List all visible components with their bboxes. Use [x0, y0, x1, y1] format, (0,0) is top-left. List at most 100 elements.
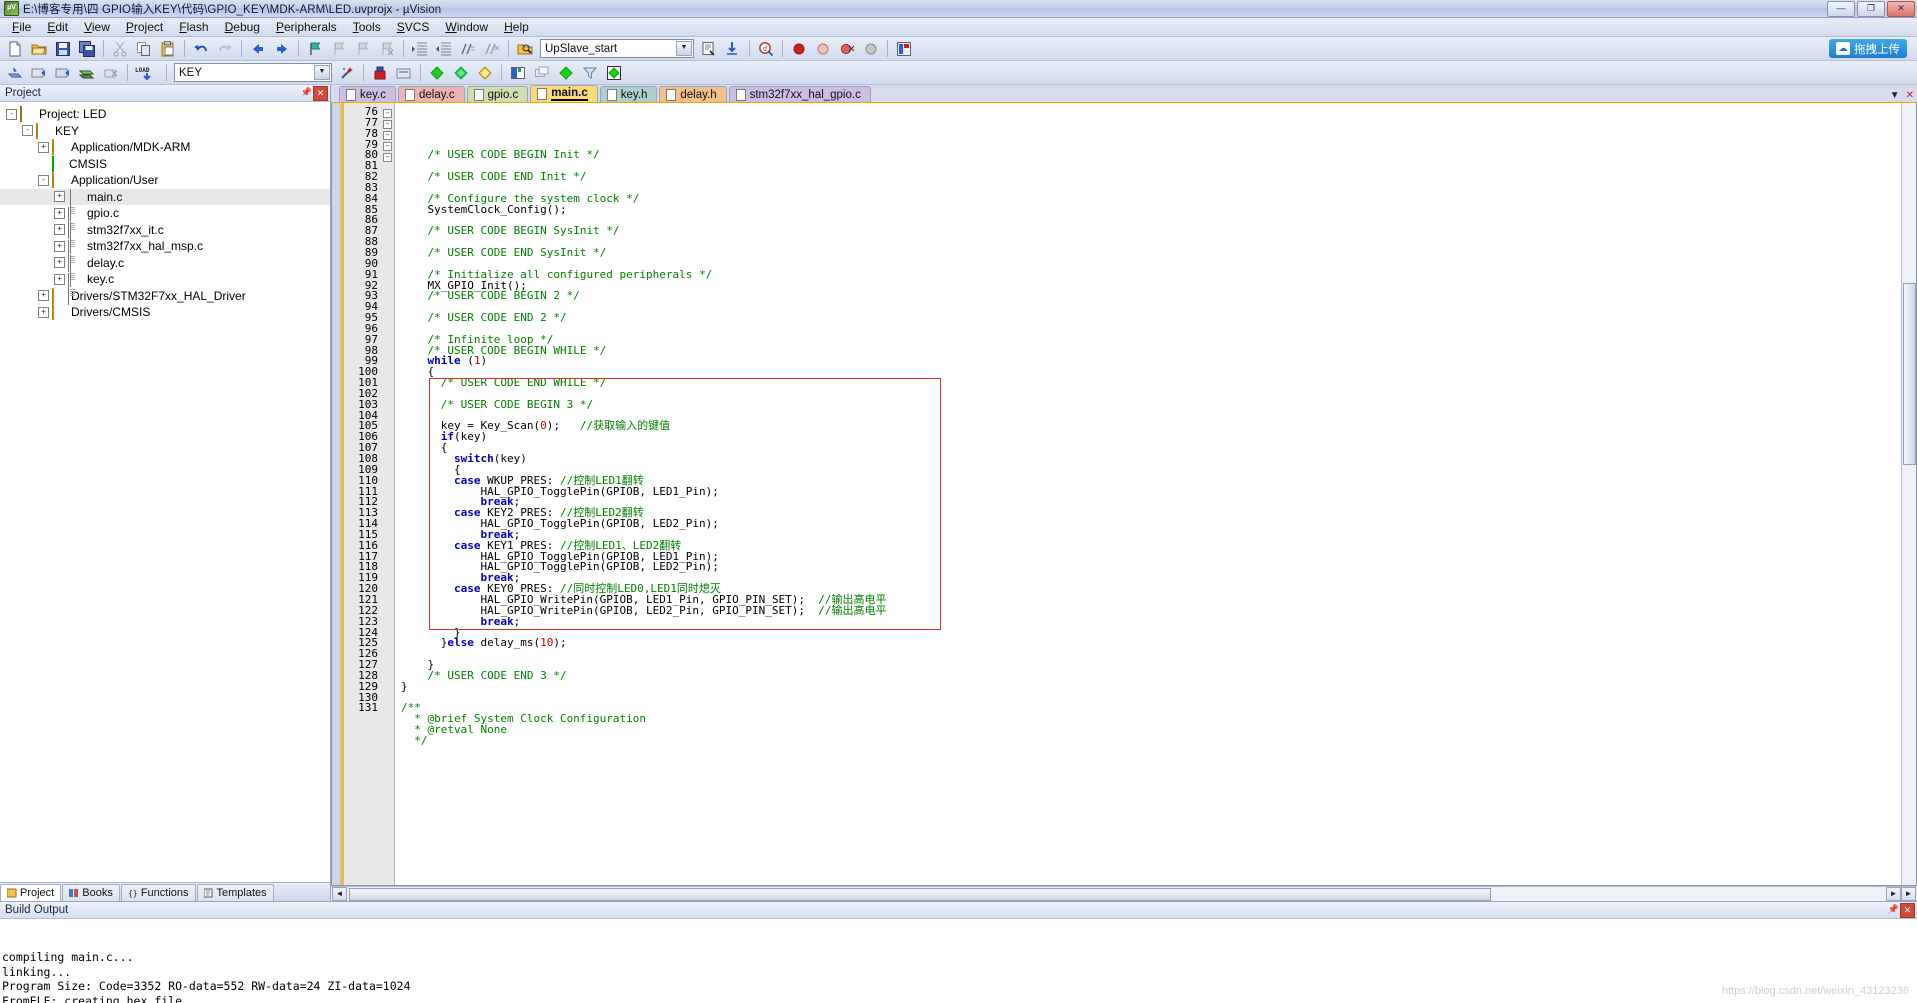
close-icon[interactable]: ✕: [1900, 903, 1915, 918]
incremental-find-icon[interactable]: [698, 38, 720, 60]
enable-breakpoints-icon[interactable]: [860, 38, 882, 60]
debug-inspect-icon[interactable]: d: [755, 38, 777, 60]
tree-item[interactable]: + stm32f7xx_it.c: [0, 221, 330, 256]
pack-installer-icon[interactable]: [426, 62, 448, 84]
expand-toggle-icon[interactable]: +: [38, 290, 49, 302]
expand-toggle-icon[interactable]: +: [54, 207, 65, 219]
comment-icon[interactable]: [457, 38, 479, 60]
bookmark-clear-icon[interactable]: [376, 38, 398, 60]
target-combobox[interactable]: KEY ▼: [174, 63, 332, 82]
expand-toggle-icon[interactable]: +: [54, 191, 65, 203]
fold-toggle-icon[interactable]: −: [381, 151, 394, 162]
editor-tab-stm32f7xx-hal-gpio-c[interactable]: stm32f7xx_hal_gpio.c: [728, 86, 871, 102]
window-split-icon[interactable]: [507, 62, 529, 84]
fold-toggle-icon[interactable]: −: [381, 118, 394, 129]
project-pane-tab-books[interactable]: Books: [62, 884, 120, 901]
cut-icon[interactable]: [109, 38, 131, 60]
expand-toggle-icon[interactable]: +: [54, 240, 65, 252]
bookmark-prev-icon[interactable]: [328, 38, 350, 60]
target-options-icon[interactable]: [369, 62, 391, 84]
indent-icon[interactable]: [409, 38, 431, 60]
menu-item-svcs[interactable]: SVCS: [389, 19, 438, 35]
maximize-button[interactable]: ❐: [1857, 1, 1885, 17]
close-icon[interactable]: ✕: [1906, 90, 1914, 101]
editor-tab-delay-c[interactable]: delay.c: [398, 86, 465, 102]
uncomment-icon[interactable]: [481, 38, 503, 60]
tree-item[interactable]: + delay.c: [0, 254, 330, 289]
find-in-files-icon[interactable]: [514, 38, 536, 60]
fold-toggle-icon[interactable]: −: [381, 140, 394, 151]
expand-toggle-icon[interactable]: +: [38, 141, 49, 153]
scrollbar-thumb[interactable]: [1903, 283, 1916, 465]
build-translate-icon[interactable]: [4, 62, 26, 84]
filter-icon[interactable]: [579, 62, 601, 84]
functions-icon[interactable]: [474, 62, 496, 84]
tree-item[interactable]: CMSIS: [0, 155, 330, 173]
window-cascade-icon[interactable]: [531, 62, 553, 84]
editor-vertical-scrollbar[interactable]: [1901, 103, 1916, 885]
scrollbar-thumb[interactable]: [349, 888, 1491, 901]
menu-item-file[interactable]: File: [4, 19, 39, 35]
collapse-toggle-icon[interactable]: -: [38, 174, 49, 186]
fold-toggle-icon[interactable]: −: [381, 107, 394, 118]
stop-build-icon[interactable]: [100, 62, 122, 84]
tree-item[interactable]: + stm32f7xx_hal_msp.c: [0, 238, 330, 273]
editor-tab-key-h[interactable]: key.h: [599, 86, 658, 102]
menu-item-project[interactable]: Project: [118, 19, 171, 35]
magic-wand-icon[interactable]: [336, 62, 358, 84]
books-icon[interactable]: [450, 62, 472, 84]
project-tree[interactable]: - Project: LED - KEY + Application/MDK-ARM CMS…: [0, 102, 330, 882]
rebuild-all-icon[interactable]: [52, 62, 74, 84]
bookmark-toggle-icon[interactable]: [304, 38, 326, 60]
chevron-down-icon[interactable]: ▼: [1890, 90, 1900, 101]
menu-item-tools[interactable]: Tools: [345, 19, 389, 35]
tree-item[interactable]: - Application/User: [0, 172, 330, 189]
kill-breakpoints-icon[interactable]: [836, 38, 858, 60]
upload-badge[interactable]: ☁ 拖拽上传: [1829, 39, 1907, 58]
menu-item-debug[interactable]: Debug: [217, 19, 268, 35]
expand-toggle-icon[interactable]: +: [38, 306, 49, 318]
goto-definition-icon[interactable]: [722, 38, 744, 60]
editor-tab-main-c[interactable]: main.c: [530, 85, 598, 102]
tree-item[interactable]: + Drivers/STM32F7xx_HAL_Driver: [0, 287, 330, 305]
code-folding-gutter[interactable]: − − − − −: [381, 103, 395, 885]
minimize-button[interactable]: —: [1827, 1, 1855, 17]
editor-horizontal-scrollbar[interactable]: ◄ ► ►: [331, 886, 1917, 901]
tree-item[interactable]: + key.c: [0, 271, 330, 306]
tree-item[interactable]: + main.c: [0, 188, 330, 223]
project-pane-tab-project[interactable]: Project: [0, 884, 62, 901]
editor-tab-delay-h[interactable]: delay.h: [659, 86, 727, 102]
project-pane-tab-functions[interactable]: {} Functions: [120, 884, 196, 901]
tree-item[interactable]: - KEY: [0, 122, 330, 140]
editor-tab-key-c[interactable]: key.c: [339, 86, 396, 102]
paste-icon[interactable]: [157, 38, 179, 60]
undo-icon[interactable]: [190, 38, 212, 60]
scroll-right-button[interactable]: ►: [1886, 887, 1901, 901]
open-file-icon[interactable]: [28, 38, 50, 60]
templates-icon[interactable]: [603, 62, 625, 84]
chevron-down-icon[interactable]: ▼: [314, 65, 330, 80]
code-text[interactable]: /* USER CODE BEGIN Init */ /* USER CODE …: [395, 103, 1916, 885]
copy-icon[interactable]: [133, 38, 155, 60]
tree-item[interactable]: + Application/MDK-ARM: [0, 139, 330, 156]
navigate-forward-icon[interactable]: [271, 38, 293, 60]
tree-item[interactable]: - Project: LED: [0, 106, 330, 123]
new-file-icon[interactable]: [4, 38, 26, 60]
redo-icon[interactable]: [214, 38, 236, 60]
menu-item-window[interactable]: Window: [437, 19, 496, 35]
menu-item-peripherals[interactable]: Peripherals: [268, 19, 345, 35]
batch-build-icon[interactable]: [76, 62, 98, 84]
config-wizard-icon[interactable]: [893, 38, 915, 60]
build-output-text[interactable]: compiling main.c... linking... Program Siz…: [0, 919, 1917, 1003]
collapse-toggle-icon[interactable]: -: [22, 125, 33, 137]
outdent-icon[interactable]: [433, 38, 455, 60]
menu-item-edit[interactable]: Edit: [39, 19, 76, 35]
scroll-end-button[interactable]: ►: [1901, 887, 1916, 901]
save-all-icon[interactable]: [76, 38, 98, 60]
close-icon[interactable]: ✕: [313, 86, 328, 101]
breakpoint-icon[interactable]: [788, 38, 810, 60]
disable-breakpoint-icon[interactable]: [812, 38, 834, 60]
pin-icon[interactable]: 📌: [300, 86, 313, 99]
navigate-back-icon[interactable]: [247, 38, 269, 60]
expand-toggle-icon[interactable]: +: [54, 224, 65, 236]
